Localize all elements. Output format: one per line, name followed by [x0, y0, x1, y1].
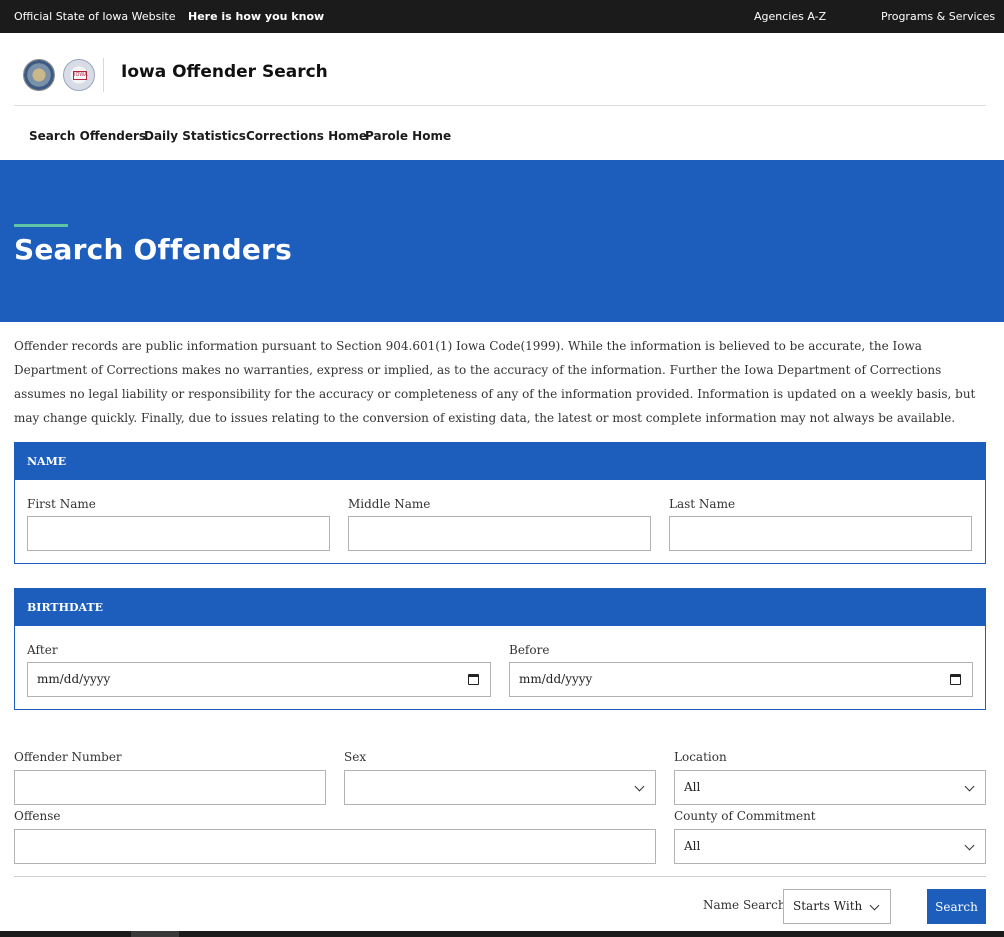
footer-tab[interactable]: [131, 931, 179, 937]
birthdate-after-value: mm/dd/yyyy: [37, 672, 111, 686]
offender-number-input[interactable]: [14, 770, 326, 805]
calendar-icon[interactable]: [468, 674, 479, 685]
agencies-a-z-link[interactable]: Agencies A-Z: [754, 10, 826, 23]
search-button[interactable]: Search: [927, 889, 986, 924]
state-seal-icon[interactable]: [23, 59, 55, 91]
chevron-down-icon: [964, 840, 975, 851]
main-nav: Search Offenders Daily Statistics Correc…: [0, 106, 1004, 160]
birthdate-before-input[interactable]: mm/dd/yyyy: [509, 662, 973, 697]
first-name-label: First Name: [27, 497, 96, 511]
nav-search-offenders[interactable]: Search Offenders: [29, 129, 146, 143]
birthdate-panel-heading: BIRTHDATE: [15, 589, 985, 626]
name-search-select-value: Starts With: [793, 899, 863, 913]
official-site-text: Official State of Iowa Website: [14, 10, 176, 23]
form-divider: [14, 876, 986, 877]
chevron-down-icon: [964, 781, 975, 792]
chevron-down-icon: [634, 781, 645, 792]
name-panel-heading: NAME: [15, 443, 985, 480]
location-select-value: All: [684, 780, 701, 794]
doc-seal-label: IOWA: [73, 71, 88, 80]
chevron-down-icon: [869, 900, 880, 911]
disclaimer-text: Offender records are public information …: [14, 339, 976, 425]
last-name-input[interactable]: [669, 516, 972, 551]
page-title: Search Offenders: [14, 233, 292, 266]
name-search-select[interactable]: Starts With: [783, 889, 891, 924]
programs-services-link[interactable]: Programs & Services: [881, 10, 995, 23]
location-label: Location: [674, 750, 727, 764]
birthdate-after-label: After: [27, 643, 58, 657]
offender-number-label: Offender Number: [14, 750, 122, 764]
nav-daily-statistics[interactable]: Daily Statistics: [144, 129, 246, 143]
doc-seal-icon[interactable]: IOWA: [63, 59, 95, 91]
birthdate-after-input[interactable]: mm/dd/yyyy: [27, 662, 491, 697]
hero-banner: Search Offenders: [0, 160, 1004, 322]
birthdate-panel: BIRTHDATE After mm/dd/yyyy Before mm/dd/…: [14, 588, 986, 710]
offense-label: Offense: [14, 809, 61, 823]
how-you-know-link[interactable]: Here is how you know: [188, 10, 324, 23]
birthdate-before-value: mm/dd/yyyy: [519, 672, 593, 686]
county-label: County of Commitment: [674, 809, 816, 823]
official-site-banner: Official State of Iowa Website Here is h…: [0, 0, 1004, 33]
name-search-label: Name Search: [703, 898, 786, 912]
county-select[interactable]: All: [674, 829, 986, 864]
site-header: IOWA Iowa Offender Search: [0, 33, 1004, 105]
footer-band: [0, 931, 1004, 937]
location-select[interactable]: All: [674, 770, 986, 805]
header-divider: [103, 58, 104, 92]
offense-input[interactable]: [14, 829, 656, 864]
hero-accent-bar: [14, 224, 68, 227]
site-title[interactable]: Iowa Offender Search: [121, 62, 328, 82]
calendar-icon[interactable]: [950, 674, 961, 685]
nav-parole-home[interactable]: Parole Home: [365, 129, 451, 143]
sex-select[interactable]: [344, 770, 656, 805]
first-name-input[interactable]: [27, 516, 330, 551]
sex-label: Sex: [344, 750, 367, 764]
nav-corrections-home[interactable]: Corrections Home: [246, 129, 367, 143]
county-select-value: All: [684, 839, 701, 853]
last-name-label: Last Name: [669, 497, 736, 511]
middle-name-label: Middle Name: [348, 497, 431, 511]
name-panel: NAME First Name Middle Name Last Name: [14, 442, 986, 564]
middle-name-input[interactable]: [348, 516, 651, 551]
birthdate-before-label: Before: [509, 643, 550, 657]
